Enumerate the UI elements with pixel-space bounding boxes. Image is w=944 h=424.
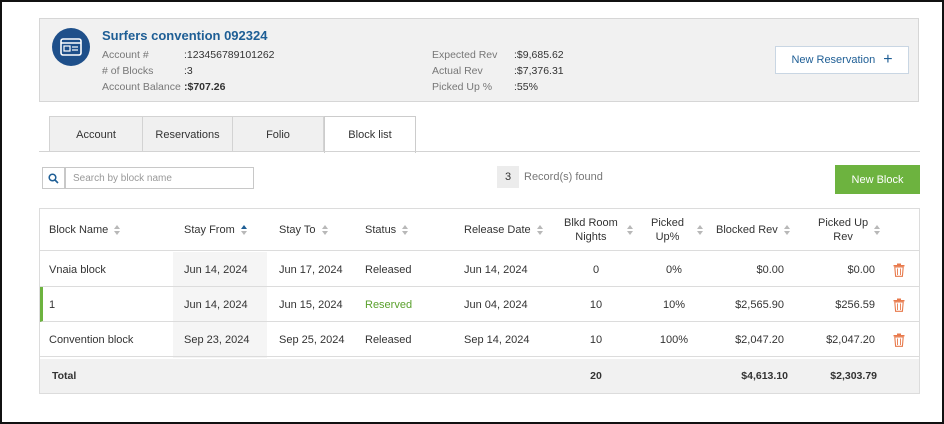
cell-nights: 10 (589, 333, 603, 346)
sort-icon (321, 224, 329, 236)
cell-picked-rev: $2,047.20 (826, 333, 875, 346)
account-number-label: Account # (102, 49, 149, 61)
new-reservation-button[interactable]: New Reservation + (775, 46, 909, 74)
trash-icon[interactable] (893, 333, 905, 347)
new-block-button[interactable]: New Block (835, 165, 920, 194)
account-logo-icon (52, 28, 90, 66)
cell-block-name[interactable]: 1 (49, 287, 55, 322)
actual-rev-label: Actual Rev (432, 65, 483, 77)
block-search-input[interactable] (65, 167, 254, 189)
cell-stay-to: Jun 17, 2024 (279, 263, 343, 276)
app-frame: Surfers convention 092324 Account # # of… (0, 0, 944, 424)
cell-nights: 0 (592, 263, 600, 276)
sort-icon (873, 224, 881, 236)
block-list-table: Block Name Stay From Stay To Status Rele… (39, 208, 920, 394)
search-button[interactable] (42, 167, 65, 189)
picked-up-pct-label: Picked Up % (432, 81, 493, 93)
col-header-blkd-room-nights[interactable]: Blkd Room Nights (564, 209, 634, 251)
col-header-block-name[interactable]: Block Name (49, 209, 121, 251)
tab-reservations[interactable]: Reservations (142, 116, 233, 152)
cell-picked-rev: $0.00 (847, 263, 875, 276)
cell-picked-rev: $256.59 (835, 298, 875, 311)
search-icon (48, 172, 59, 184)
cell-stay-from: Jun 14, 2024 (184, 298, 248, 311)
cell-blocked-rev: $2,047.20 (735, 333, 784, 346)
new-reservation-label: New Reservation (791, 54, 876, 66)
sort-asc-icon (240, 224, 248, 236)
records-count: 3 (497, 166, 519, 188)
cell-picked-pct: 0% (666, 263, 682, 276)
col-header-stay-from[interactable]: Stay From (184, 209, 248, 251)
account-values-left: :123456789101262 :3 :$707.26 (184, 47, 275, 95)
total-nights: 20 (590, 370, 602, 382)
records-found-label: Record(s) found (524, 171, 603, 183)
col-header-status[interactable]: Status (365, 209, 409, 251)
total-picked-rev: $2,303.79 (830, 370, 877, 382)
picked-up-pct-value: :55% (514, 81, 538, 93)
cell-status: Reserved (365, 298, 413, 311)
cell-block-name[interactable]: Convention block (49, 322, 133, 357)
account-balance-label: Account Balance (102, 81, 181, 93)
total-blocked-rev: $4,613.10 (741, 370, 788, 382)
account-balance-value: :$707.26 (184, 81, 226, 93)
cell-nights: 10 (589, 298, 603, 311)
trash-icon[interactable] (893, 298, 905, 312)
sort-icon (783, 224, 791, 236)
col-header-picked-up-pct[interactable]: Picked Up% (651, 209, 704, 251)
account-title: Surfers convention 092324 (102, 28, 268, 43)
cell-blocked-rev: $2,565.90 (735, 298, 784, 311)
cell-picked-pct: 100% (659, 333, 689, 346)
plus-icon: + (883, 51, 893, 68)
tab-account[interactable]: Account (49, 116, 143, 152)
col-header-stay-to[interactable]: Stay To (279, 209, 329, 251)
sort-icon (113, 224, 121, 236)
table-total-row: Total 20 $4,613.10 $2,303.79 (40, 359, 919, 393)
cell-release-date: Jun 04, 2024 (464, 298, 528, 311)
account-number-value: :123456789101262 (184, 49, 275, 61)
cell-stay-from: Jun 14, 2024 (184, 263, 248, 276)
cell-block-name[interactable]: Vnaia block (49, 252, 106, 287)
actual-rev-value: :$7,376.31 (514, 65, 564, 77)
trash-icon[interactable] (893, 263, 905, 277)
tab-folio[interactable]: Folio (232, 116, 324, 152)
expected-rev-value: :$9,685.62 (514, 49, 564, 61)
cell-status: Released (365, 333, 412, 346)
account-labels-right: Expected Rev Actual Rev Picked Up % (432, 47, 497, 95)
sort-icon (536, 224, 544, 236)
sort-icon (626, 224, 634, 236)
table-row-selected[interactable]: 1 Jun 14, 2024 Jun 15, 2024 Reserved Jun… (40, 287, 919, 322)
cell-blocked-rev: $0.00 (756, 263, 784, 276)
col-header-picked-up-rev[interactable]: Picked Up Rev (818, 209, 881, 251)
cell-stay-to: Sep 25, 2024 (279, 333, 345, 346)
tabs-divider (39, 151, 920, 152)
cell-picked-pct: 10% (662, 298, 686, 311)
expected-rev-label: Expected Rev (432, 49, 498, 61)
cell-stay-from: Sep 23, 2024 (184, 333, 250, 346)
account-header: Surfers convention 092324 Account # # of… (39, 18, 919, 102)
sort-icon (696, 224, 704, 236)
table-row[interactable]: Convention block Sep 23, 2024 Sep 25, 20… (40, 322, 919, 357)
total-label: Total (52, 370, 77, 382)
col-header-release-date[interactable]: Release Date (464, 209, 544, 251)
col-header-blocked-rev[interactable]: Blocked Rev (716, 209, 791, 251)
account-values-right: :$9,685.62 :$7,376.31 :55% (514, 47, 564, 95)
blocks-count-value: :3 (184, 65, 193, 77)
cell-release-date: Sep 14, 2024 (464, 333, 530, 346)
sort-icon (401, 224, 409, 236)
table-row[interactable]: Vnaia block Jun 14, 2024 Jun 17, 2024 Re… (40, 252, 919, 287)
table-header: Block Name Stay From Stay To Status Rele… (40, 209, 919, 251)
blocks-count-label: # of Blocks (102, 65, 154, 77)
account-labels-left: Account # # of Blocks Account Balance (102, 47, 187, 95)
cell-release-date: Jun 14, 2024 (464, 263, 528, 276)
cell-status: Released (365, 263, 412, 276)
cell-stay-to: Jun 15, 2024 (279, 298, 343, 311)
tab-block-list[interactable]: Block list (324, 116, 416, 153)
